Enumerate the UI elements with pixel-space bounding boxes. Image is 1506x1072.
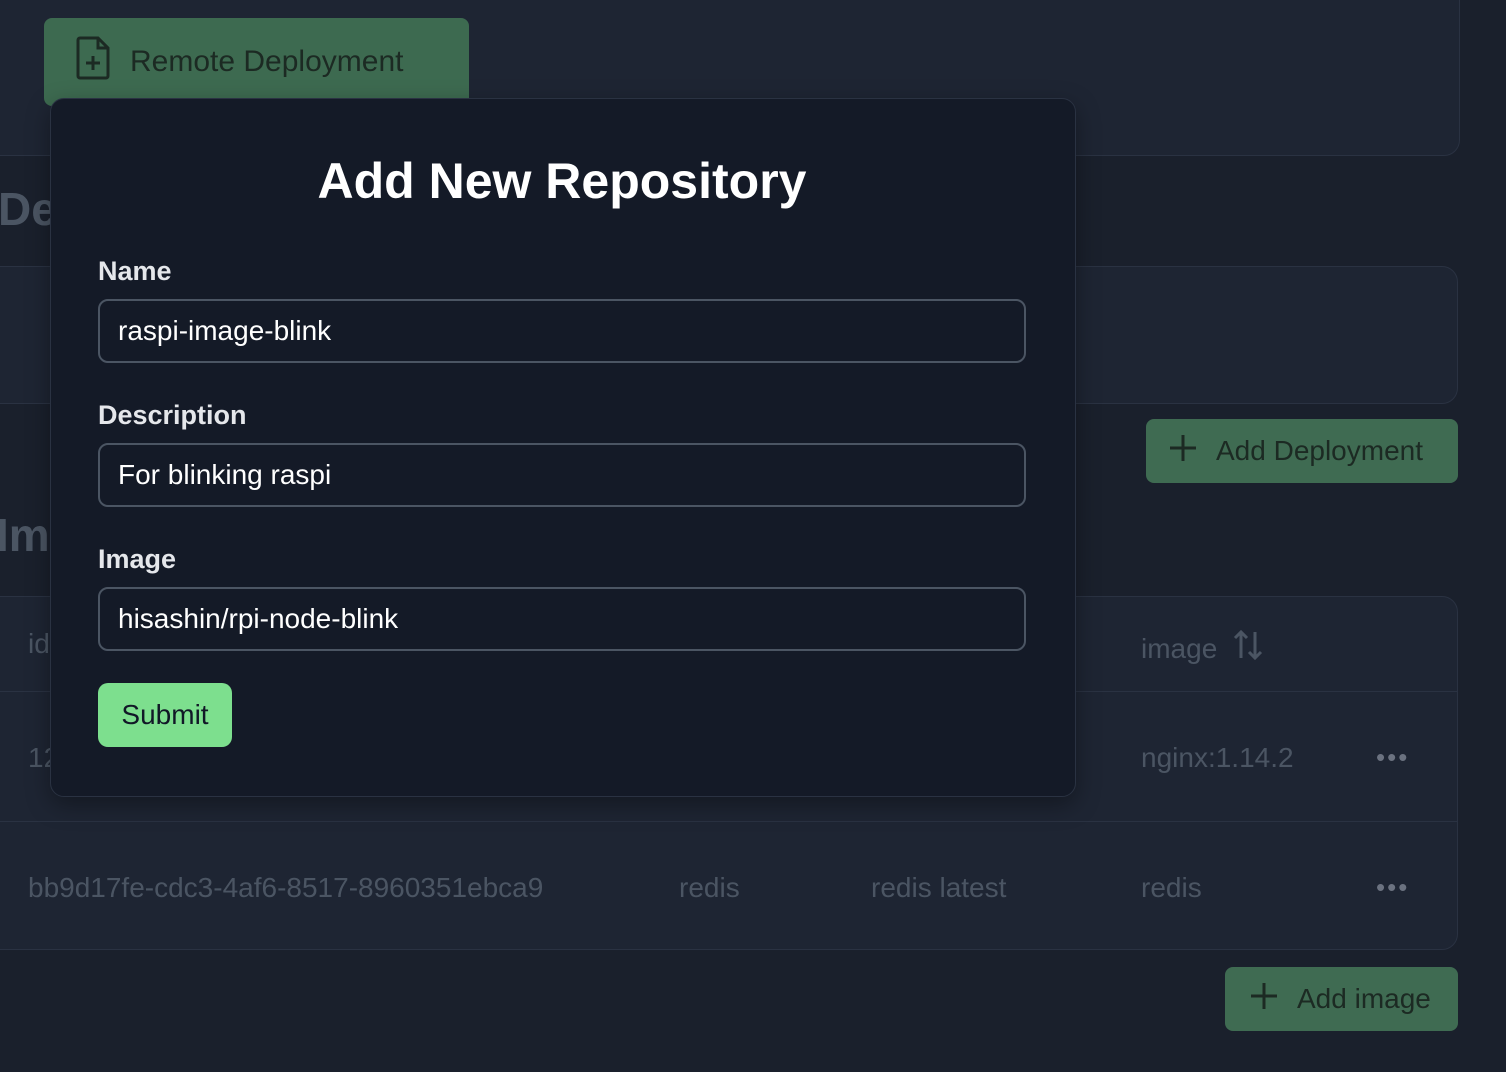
cell-id: bb9d17fe-cdc3-4af6-8517-8960351ebca9: [28, 872, 544, 903]
add-deployment-label: Add Deployment: [1216, 435, 1424, 466]
file-plus-icon: [76, 36, 112, 88]
remote-deployment-button[interactable]: Remote Deployment: [44, 18, 469, 106]
add-deployment-button[interactable]: Add Deployment: [1146, 419, 1458, 483]
cell-description: redis latest: [871, 872, 1007, 903]
sort-arrows-icon[interactable]: [1231, 628, 1265, 669]
submit-button[interactable]: Submit: [98, 683, 232, 747]
plus-icon: [1249, 981, 1279, 1018]
more-horizontal-icon[interactable]: •••: [1376, 872, 1409, 903]
remote-deployment-label: Remote Deployment: [130, 45, 404, 78]
name-input[interactable]: [98, 299, 1026, 363]
plus-icon: [1168, 433, 1198, 470]
add-image-label: Add image: [1297, 983, 1431, 1014]
more-horizontal-icon[interactable]: •••: [1376, 742, 1409, 773]
images-heading: Im: [0, 509, 50, 561]
table-divider: [0, 821, 1458, 822]
cell-image: redis: [1141, 872, 1202, 903]
cell-image: nginx:1.14.2: [1141, 742, 1294, 773]
column-header-image[interactable]: image: [1141, 628, 1265, 669]
cell-name: redis: [679, 872, 740, 903]
image-label: Image: [98, 544, 177, 574]
column-header-image-label: image: [1141, 632, 1218, 664]
modal-title: Add New Repository: [317, 153, 807, 209]
image-input[interactable]: [98, 587, 1026, 651]
deployments-heading: De: [0, 183, 57, 235]
description-label: Description: [98, 400, 247, 430]
description-input[interactable]: [98, 443, 1026, 507]
add-image-button[interactable]: Add image: [1225, 967, 1458, 1031]
column-header-id[interactable]: id: [28, 628, 50, 660]
name-label: Name: [98, 256, 172, 286]
